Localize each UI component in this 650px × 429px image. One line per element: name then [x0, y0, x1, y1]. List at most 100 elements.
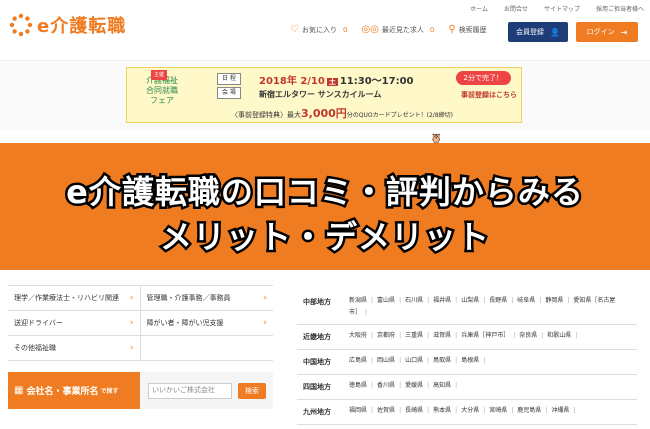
separator: | [455, 382, 458, 389]
search-history-link[interactable]: ⚲ 検索履歴 [448, 24, 486, 35]
fair-date: 2018年 2/10 土 11:30～17:00 [259, 76, 414, 87]
category-item[interactable]: 送迎ドライバー › [8, 311, 141, 335]
separator: | [483, 357, 486, 364]
region-row: 中国地方 広島県 | 岡山県 | 山口県 | 鳥取県 | 島根県 | [297, 350, 637, 375]
company-search-input[interactable] [148, 382, 232, 399]
region-name: 近畿地方 [303, 333, 331, 341]
prefecture-link[interactable]: 熊本県 [433, 407, 451, 414]
separator: | [427, 382, 430, 389]
prefecture-link[interactable]: 香川県 [377, 382, 395, 389]
separator: | [567, 297, 570, 304]
top-link-contact[interactable]: お問合せ [504, 4, 528, 13]
search-icon: ⚲ [448, 24, 456, 35]
top-link-home[interactable]: ホーム [470, 4, 488, 13]
separator: | [365, 309, 368, 316]
separator: | [399, 382, 402, 389]
prefecture-link[interactable]: 長崎県 [405, 407, 423, 414]
region-name: 四国地方 [303, 383, 331, 391]
separator: | [539, 297, 542, 304]
chevron-right-icon: › [263, 293, 267, 303]
prefecture-link[interactable]: 島根県 [461, 357, 479, 364]
hero-title-line1: e介護転職の口コミ・評判からみる [64, 171, 586, 214]
category-item[interactable]: 障がい者・障がい児支援 › [141, 311, 274, 335]
prefecture-list: 徳島県 | 香川県 | 愛媛県 | 高知県 | [349, 380, 637, 394]
prefecture-link[interactable]: 岡山県 [377, 357, 395, 364]
separator: | [399, 407, 402, 414]
prefecture-link[interactable]: 徳島県 [349, 382, 367, 389]
site-logo[interactable]: e介護転職 [9, 12, 126, 38]
prefecture-link[interactable]: 宮崎県 [489, 407, 507, 414]
job-fair-banner[interactable]: 主催 介護福祉 合同就職 フェア 日 程 会 場 2018年 2/10 土 11:3… [126, 67, 522, 123]
region-name: 九州地方 [303, 408, 331, 416]
member-register-button[interactable]: 会員登録 👤 [508, 22, 568, 42]
category-item[interactable]: その他福祉職 › [8, 336, 141, 360]
prefecture-link[interactable]: 兵庫県［神戸市］ [461, 332, 509, 339]
prefecture-link[interactable]: 山梨県 [461, 297, 479, 304]
prefecture-link[interactable]: 奈良県 [519, 332, 537, 339]
prefecture-link[interactable]: 長野県 [489, 297, 507, 304]
prefecture-link[interactable]: 鹿児島県 [517, 407, 541, 414]
prefecture-link[interactable]: 和歌山県 [547, 332, 571, 339]
category-row: 送迎ドライバー › 障がい者・障がい児支援 › [8, 311, 273, 336]
region-row: 四国地方 徳島県 | 香川県 | 愛媛県 | 高知県 | [297, 375, 637, 400]
prefecture-link[interactable]: 佐賀県 [377, 407, 395, 414]
company-search-button[interactable]: 検索 [238, 382, 266, 399]
prefecture-link[interactable]: 福井県 [433, 297, 451, 304]
prefecture-link[interactable]: 富山県 [377, 297, 395, 304]
prefecture-list: 広島県 | 岡山県 | 山口県 | 鳥取県 | 島根県 | [349, 355, 637, 369]
fair-bonus: 〈事前登録特典〉最大3,000円分のQUOカードプレゼント！(2/8締切) [231, 107, 453, 120]
prefecture-link[interactable]: 広島県 [349, 357, 367, 364]
login-button[interactable]: ログイン ⇥ [576, 22, 638, 42]
recent-jobs-link[interactable]: ◎◎ 最近見た求人 0 [361, 24, 434, 35]
prefecture-list: 新潟県 | 富山県 | 石川県 | 福井県 | 山梨県 | 長野県 | 岐阜県 | 静岡県 | 愛知県［名古屋市… [349, 295, 637, 319]
separator: | [545, 407, 548, 414]
logo-ring-icon [9, 13, 33, 37]
prefecture-link[interactable]: 新潟県 [349, 297, 367, 304]
separator: | [573, 407, 576, 414]
top-link-sitemap[interactable]: サイトマップ [544, 4, 580, 13]
recent-count: 0 [429, 25, 435, 34]
chevron-right-icon: › [129, 343, 134, 353]
prefecture-link[interactable]: 福岡県 [349, 407, 367, 414]
category-item[interactable]: 管理職・介護事務／事務員 › [141, 286, 274, 310]
separator: | [371, 357, 374, 364]
login-arrow-icon: ⇥ [620, 27, 628, 37]
prefecture-link[interactable]: 鳥取県 [433, 357, 451, 364]
prefecture-link[interactable]: 高知県 [433, 382, 451, 389]
category-row: その他福祉職 › [8, 336, 273, 361]
pre-register-link[interactable]: 事前登録はこちら [461, 90, 517, 100]
separator: | [455, 332, 458, 339]
fair-title: 主催 介護福祉 合同就職 フェア [146, 70, 178, 105]
prefecture-link[interactable]: 沖縄県 [551, 407, 569, 414]
category-empty [141, 336, 274, 360]
header-nav: ♡ お気に入り 0 ◎◎ 最近見た求人 0 ⚲ 検索履歴 [290, 24, 501, 35]
prefecture-link[interactable]: 岐阜県 [517, 297, 535, 304]
user-icon: 👤 [550, 27, 560, 37]
prefecture-link[interactable]: 三重県 [405, 332, 423, 339]
favorites-link[interactable]: ♡ お気に入り 0 [290, 24, 347, 35]
glasses-icon: ◎◎ [361, 24, 379, 35]
quick-badge: 2分で完了！ [455, 71, 511, 85]
separator: | [371, 332, 374, 339]
prefecture-link[interactable]: 山口県 [405, 357, 423, 364]
separator: | [575, 332, 578, 339]
prefecture-link[interactable]: 滋賀県 [433, 332, 451, 339]
separator: | [427, 297, 430, 304]
company-search: ▦ 会社名・事業所名で探す 検索 [8, 372, 273, 409]
separator: | [455, 357, 458, 364]
region-list: 中部地方 新潟県 | 富山県 | 石川県 | 福井県 | 山梨県 | 長野県 | 岐阜県 | 静岡県 | 愛知県［… [297, 290, 637, 425]
prefecture-link[interactable]: 京都府 [377, 332, 395, 339]
top-link-recruiters[interactable]: 採用ご担当者様へ [596, 4, 644, 13]
top-links: ホーム お問合せ サイトマップ 採用ご担当者様へ [470, 4, 644, 13]
prefecture-link[interactable]: 石川県 [405, 297, 423, 304]
prefecture-link[interactable]: 大分県 [461, 407, 479, 414]
company-search-label: ▦ 会社名・事業所名 で探す [8, 372, 140, 409]
category-row: 理学／作業療法士・リハビリ関連 › 管理職・介護事務／事務員 › [8, 286, 273, 311]
prefecture-link[interactable]: 大阪府 [349, 332, 367, 339]
category-item[interactable]: 理学／作業療法士・リハビリ関連 › [8, 286, 141, 310]
separator: | [371, 382, 374, 389]
separator: | [399, 297, 402, 304]
separator: | [455, 297, 458, 304]
prefecture-link[interactable]: 静岡県 [545, 297, 563, 304]
prefecture-link[interactable]: 愛媛県 [405, 382, 423, 389]
